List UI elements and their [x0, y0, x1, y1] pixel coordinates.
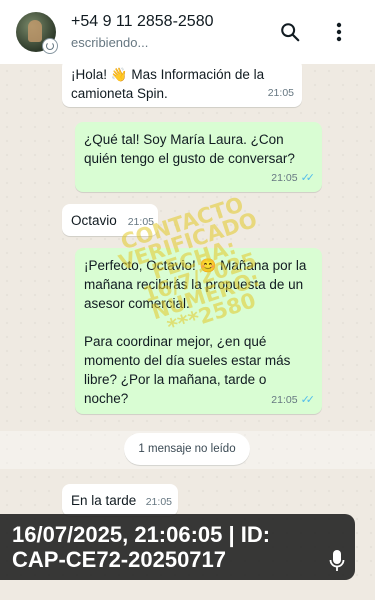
message-time: 21:05 [145, 496, 172, 508]
stamp-line: 16/07/2025, 21:06:05 | ID: [12, 522, 271, 547]
message-time: 21:05 [271, 172, 298, 184]
more-options-button[interactable] [325, 18, 353, 46]
message-meta: 21:05 [146, 493, 172, 512]
voice-message-button[interactable] [326, 548, 348, 574]
read-ticks-icon: ✓✓ [300, 172, 316, 184]
read-ticks-icon: ✓✓ [300, 394, 316, 406]
message-meta: 21:05 [128, 213, 154, 232]
message-outgoing[interactable]: ¡Perfecto, Octavio! 😊 Mañana por la maña… [75, 248, 322, 414]
avatar-figure [28, 20, 42, 42]
message-incoming[interactable]: En la tarde 21:05 [62, 484, 178, 516]
message-time: 21:05 [127, 216, 154, 228]
message-meta: 21:05 [268, 84, 294, 103]
microphone-icon [329, 550, 345, 571]
message-incoming[interactable]: ¡Hola! 👋 Mas Información de la camioneta… [62, 64, 302, 107]
message-time: 21:05 [267, 87, 294, 99]
more-vertical-icon [336, 22, 342, 42]
contact-avatar[interactable] [16, 12, 58, 54]
contact-status: escribiendo... [71, 35, 149, 50]
message-text: ¡Perfecto, Octavio! 😊 Mañana por la maña… [84, 258, 307, 311]
chat-header: +54 9 11 2858-2580 escribiendo... [0, 0, 375, 64]
message-text: ¡Hola! 👋 Mas Información de la camioneta… [71, 67, 265, 101]
search-button[interactable] [276, 18, 304, 46]
bottom-strip [0, 580, 375, 600]
timestamp-id-stamp: 16/07/2025, 21:06:05 | ID: CAP-CE72-2025… [0, 514, 355, 580]
stamp-line: CAP-CE72-20250717 [12, 547, 227, 572]
message-incoming[interactable]: Octavio 21:05 [62, 204, 158, 236]
message-outgoing[interactable]: ¿Qué tal! Soy María Laura. ¿Con quién te… [75, 122, 322, 192]
message-meta: 21:05 ✓✓ [271, 391, 316, 410]
status-ring-icon [42, 38, 58, 54]
unread-badge: 1 mensaje no leído [124, 433, 250, 465]
message-time: 21:05 [271, 394, 298, 406]
message-text: ¿Qué tal! Soy María Laura. ¿Con quién te… [84, 132, 295, 166]
contact-name[interactable]: +54 9 11 2858-2580 [71, 13, 214, 31]
search-icon [281, 23, 300, 42]
message-meta: 21:05 ✓✓ [271, 169, 316, 188]
